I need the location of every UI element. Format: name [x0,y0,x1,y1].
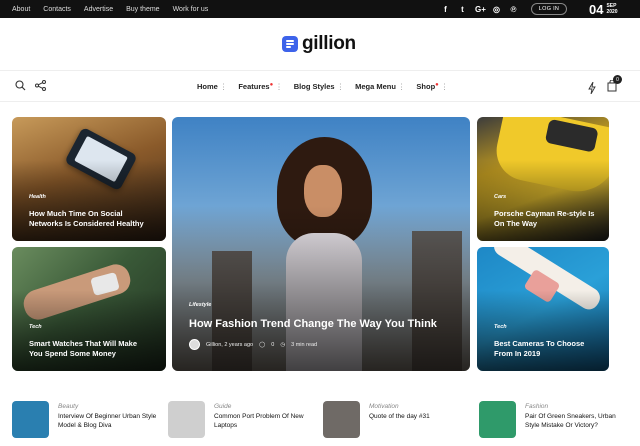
list-item[interactable]: Motivation Quote of the day #31 [323,401,473,439]
post-title[interactable]: Pair Of Green Sneakers, Urban Style Mist… [525,413,629,430]
hot-dot-icon: ● [269,81,274,88]
card-title[interactable]: Best Cameras To Choose From In 2019 [494,339,584,359]
featured-card-smart-watches[interactable]: Tech Smart Watches That Will Make You Sp… [12,247,166,371]
card-title[interactable]: How Much Time On Social Networks Is Cons… [29,209,144,229]
author-date[interactable]: Gillion, 2 years ago [206,342,253,348]
hot-dot-icon: ● [435,81,439,88]
post-meta: Gillion, 2 years ago ◯ 0 ◷ 3 min read [189,339,317,350]
nav-item-label: Home [197,81,218,91]
post-thumbnail[interactable] [12,401,49,438]
top-link-about[interactable]: About [12,6,30,13]
list-item[interactable]: Fashion Pair Of Green Sneakers, Urban St… [479,401,629,439]
nav-left-tools [15,80,46,91]
nav-right-tools: 0 [588,75,622,97]
top-links: About Contacts Advertise Buy theme Work … [12,0,208,18]
top-bar: About Contacts Advertise Buy theme Work … [0,0,640,18]
instagram-icon[interactable]: ◎ [492,5,501,14]
post-thumbnail[interactable] [168,401,205,438]
card-category[interactable]: Cars [494,194,506,200]
featured-card-fashion-trend[interactable]: Lifestyle How Fashion Trend Change The W… [172,117,470,371]
avatar[interactable] [189,339,200,350]
pinterest-icon[interactable]: ℗ [509,5,518,14]
card-title-line: Networks Is Considered Healthy [29,219,144,228]
post-thumbnail[interactable] [323,401,360,438]
card-title[interactable]: How Fashion Trend Change The Way You Thi… [189,317,437,331]
date-display: 04 SEP 2020 [589,1,618,17]
list-item[interactable]: Guide Common Port Problem Of New Laptops [168,401,318,439]
card-category[interactable]: Health [29,194,46,200]
card-category[interactable]: Lifestyle [189,302,211,308]
comment-icon: ◯ [259,341,266,348]
nav-item-mega-menu[interactable]: Mega Menu ⋮ [355,82,405,91]
google-plus-icon[interactable]: G+ [475,5,486,14]
main-nav: Home ⋮ Features● ⋮ Blog Styles ⋮ Mega Menu ⋮… [0,70,640,102]
card-title-line: How Fashion Trend Change The Way You Thi… [189,318,437,330]
nav-item-label: Mega Menu [355,81,396,91]
date-year: 2020 [606,9,618,15]
post-thumbnail[interactable] [479,401,516,438]
site-logo[interactable]: gillion [282,33,356,55]
read-time: 3 min read [291,341,318,348]
card-category[interactable]: Tech [494,324,507,330]
card-title-line: You Spend Some Money [29,349,116,358]
twitter-icon[interactable]: t [458,5,467,14]
search-icon[interactable] [15,80,26,91]
nav-item-label: Blog Styles [293,81,335,91]
featured-card-porsche[interactable]: Cars Porsche Cayman Re-style Is On The W… [477,117,609,241]
list-item[interactable]: Beauty Interview Of Beginner Urban Style… [12,401,162,439]
top-link-buy-theme[interactable]: Buy theme [126,6,159,13]
post-category[interactable]: Fashion [525,403,548,410]
post-category[interactable]: Motivation [369,403,399,410]
nav-item-label: Shop [416,81,436,91]
nav-item-features[interactable]: Features● ⋮ [238,82,282,91]
logo-text: gillion [302,33,356,54]
post-title[interactable]: Quote of the day #31 [369,413,473,422]
nav-item-home[interactable]: Home ⋮ [197,82,227,91]
comment-count[interactable]: 0 [271,342,274,348]
card-title-line: How Much Time On Social [29,209,123,218]
card-title[interactable]: Porsche Cayman Re-style Is On The Way [494,209,594,229]
lightning-icon[interactable] [588,82,596,94]
login-button[interactable]: LOG IN [531,3,567,15]
share-icon[interactable] [35,80,46,91]
cart-count-badge: 0 [613,75,622,84]
cart-button[interactable]: 0 [607,75,622,97]
featured-card-cameras[interactable]: Tech Best Cameras To Choose From In 2019 [477,247,609,371]
date-day: 04 [589,1,604,17]
post-title[interactable]: Interview Of Beginner Urban Style Model … [58,413,162,430]
top-link-advertise[interactable]: Advertise [84,6,113,13]
card-title-line: On The Way [494,219,538,228]
post-category[interactable]: Beauty [58,403,78,410]
card-title-line: From In 2019 [494,349,541,358]
top-link-work-for-us[interactable]: Work for us [173,6,209,13]
card-title[interactable]: Smart Watches That Will Make You Spend S… [29,339,137,359]
date-month-year: SEP 2020 [606,3,617,15]
top-link-contacts[interactable]: Contacts [43,6,71,13]
nav-menu: Home ⋮ Features● ⋮ Blog Styles ⋮ Mega Menu ⋮… [197,71,459,101]
nav-item-shop[interactable]: Shop● ⋮ [416,82,448,91]
facebook-icon[interactable]: f [441,5,450,14]
featured-card-social-networks[interactable]: Health How Much Time On Social Networks … [12,117,166,241]
logo-icon [282,36,298,52]
post-category[interactable]: Guide [214,403,231,410]
clock-icon: ◷ [280,341,286,348]
nav-item-label: Features [238,81,270,91]
card-category[interactable]: Tech [29,324,42,330]
card-title-line: Smart Watches That Will Make [29,339,138,348]
post-title[interactable]: Common Port Problem Of New Laptops [214,413,318,430]
card-title-line: Porsche Cayman Re-style Is [494,209,595,218]
social-links: f t G+ ◎ ℗ [441,0,518,18]
nav-item-blog-styles[interactable]: Blog Styles ⋮ [294,82,344,91]
card-title-line: Best Cameras To Choose [494,339,585,348]
